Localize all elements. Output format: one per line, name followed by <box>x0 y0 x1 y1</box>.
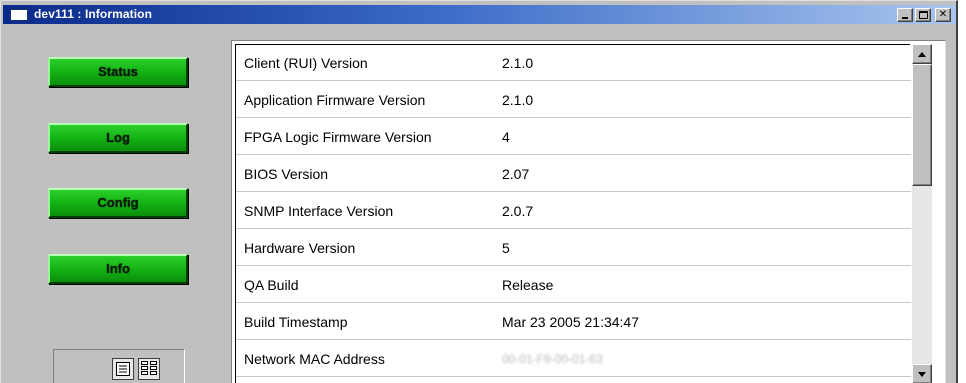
row-value: Mar 23 2005 21:34:47 <box>502 314 639 330</box>
row-label: QA Build <box>244 277 299 293</box>
mac-address-value: 00-01-F9-00-01-63 <box>502 352 603 366</box>
scroll-down-button[interactable] <box>912 364 932 383</box>
navigation-panel: Status Log Config Info <box>5 31 217 383</box>
list-view-button[interactable] <box>112 358 134 380</box>
log-button[interactable]: Log <box>48 123 188 153</box>
row-value: 2.1.0 <box>502 55 534 71</box>
close-button[interactable]: ✕ <box>935 8 951 22</box>
table-row: Build Timestamp Mar 23 2005 21:34:47 <box>236 304 911 340</box>
log-button-label: Log <box>106 130 130 145</box>
row-label: FPGA Logic Firmware Version <box>244 129 432 145</box>
view-toggle-group <box>53 349 185 383</box>
row-label: BIOS Version <box>244 166 329 182</box>
status-button[interactable]: Status <box>48 57 188 87</box>
table-row: Network MAC Address 00-01-F9-00-01-63 <box>236 341 911 377</box>
scroll-up-button[interactable] <box>912 44 932 64</box>
info-button-label: Info <box>106 261 130 276</box>
row-label: SNMP Interface Version <box>244 203 394 219</box>
list-view-icon <box>116 362 130 376</box>
table-row: QA Build Release <box>236 267 911 303</box>
table-row: Hardware Version 5 <box>236 230 911 266</box>
row-label: Build Timestamp <box>244 314 348 330</box>
row-label: Network MAC Address <box>244 351 385 367</box>
status-button-label: Status <box>98 64 138 79</box>
row-value: 5 <box>502 240 510 256</box>
row-value: 2.0.7 <box>502 203 534 219</box>
maximize-button[interactable] <box>915 8 931 22</box>
window-icon <box>10 9 28 21</box>
info-button[interactable]: Info <box>48 254 188 284</box>
minimize-button[interactable] <box>897 8 913 22</box>
minimize-icon <box>902 17 908 19</box>
maximize-icon <box>919 11 928 19</box>
table-row: Client (RUI) Version 2.1.0 <box>236 45 911 81</box>
table-row: Application Firmware Version 2.1.0 <box>236 82 911 118</box>
table-row: FPGA Logic Firmware Version 4 <box>236 119 911 155</box>
title-bar[interactable]: dev111 : Information ✕ <box>3 5 956 24</box>
info-table-frame: Client (RUI) Version 2.1.0 Application F… <box>231 40 946 383</box>
table-row: BIOS Version 2.07 <box>236 156 911 192</box>
info-table: Client (RUI) Version 2.1.0 Application F… <box>235 44 911 383</box>
grid-view-button[interactable] <box>138 358 160 380</box>
arrow-up-icon <box>918 51 926 57</box>
information-window: dev111 : Information ✕ Status Log Config… <box>0 0 958 383</box>
arrow-down-icon <box>918 371 926 377</box>
vertical-scrollbar[interactable] <box>912 44 932 383</box>
row-label: Client (RUI) Version <box>244 55 368 71</box>
table-row: SNMP Interface Version 2.0.7 <box>236 193 911 229</box>
row-value: 4 <box>502 129 510 145</box>
config-button-label: Config <box>97 195 139 210</box>
scrollbar-thumb[interactable] <box>912 64 932 186</box>
row-label: Application Firmware Version <box>244 92 426 108</box>
grid-view-icon <box>141 361 157 375</box>
row-value: 2.1.0 <box>502 92 534 108</box>
row-label: Hardware Version <box>244 240 356 256</box>
config-button[interactable]: Config <box>48 188 188 218</box>
row-value: Release <box>502 277 554 293</box>
window-title: dev111 : Information <box>34 7 153 21</box>
row-value: 2.07 <box>502 166 530 182</box>
close-icon: ✕ <box>938 9 948 20</box>
